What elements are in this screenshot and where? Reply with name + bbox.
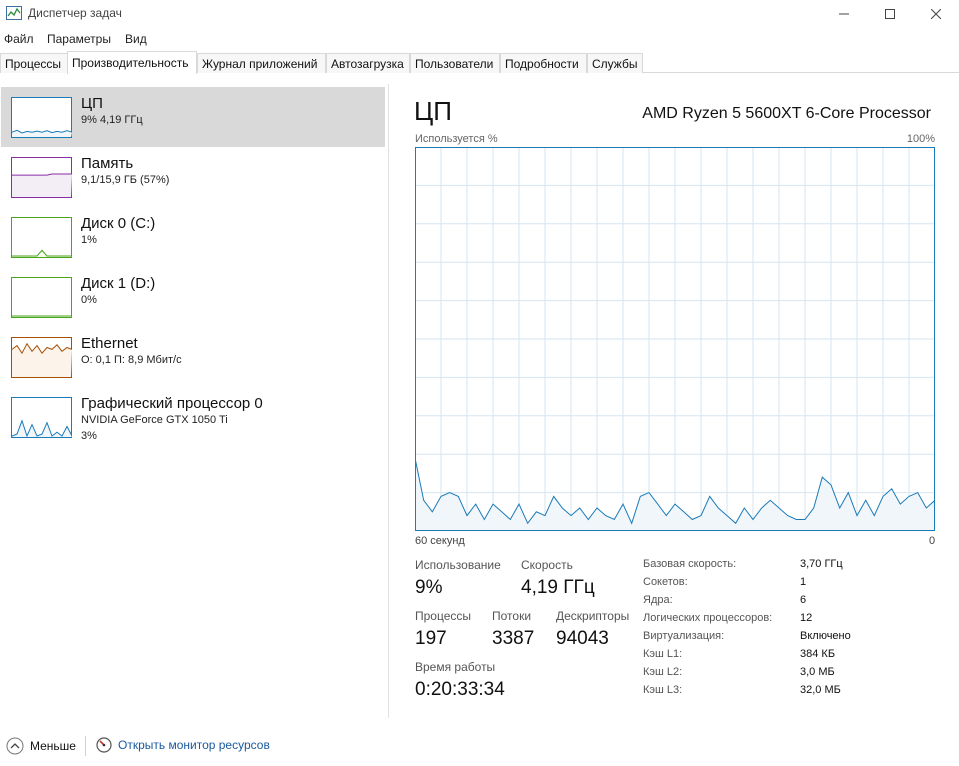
- fewer-details-label: Меньше: [30, 739, 76, 753]
- tab-users[interactable]: Пользователи: [410, 53, 500, 73]
- spec-value: 3,0 МБ: [800, 666, 835, 678]
- threads-value: 3387: [492, 628, 535, 649]
- menu-file[interactable]: Файл: [4, 32, 34, 46]
- open-resource-monitor-link[interactable]: Открыть монитор ресурсов: [96, 737, 270, 753]
- spec-label: Кэш L2:: [643, 666, 683, 678]
- menu-options[interactable]: Параметры: [47, 32, 111, 46]
- cpu-usage-graph: [415, 147, 935, 531]
- tab-performance[interactable]: Производительность: [67, 51, 197, 74]
- spec-value: 384 КБ: [800, 648, 836, 660]
- sidebar-item-detail: 1%: [81, 234, 97, 246]
- sidebar-item-1[interactable]: Память 9,1/15,9 ГБ (57%): [1, 147, 385, 207]
- graph-time-span: 60 секунд: [415, 535, 465, 547]
- spec-label: Кэш L1:: [643, 648, 683, 660]
- spec-label: Кэш L3:: [643, 684, 683, 696]
- spec-label: Базовая скорость:: [643, 558, 737, 570]
- tab-app-history[interactable]: Журнал приложений: [197, 53, 326, 73]
- page-title: ЦП: [414, 96, 452, 126]
- spec-label: Ядра:: [643, 594, 673, 606]
- sidebar-item-0[interactable]: ЦП 9% 4,19 ГГц: [1, 87, 385, 147]
- sidebar-item-detail: 9,1/15,9 ГБ (57%): [81, 174, 170, 186]
- spec-value: 1: [800, 576, 807, 588]
- usage-label: Использование: [415, 558, 501, 572]
- resource-monitor-icon: [96, 737, 112, 753]
- menu-view[interactable]: Вид: [125, 32, 147, 46]
- maximize-icon: [885, 9, 895, 19]
- graph-label-max: 100%: [906, 133, 935, 145]
- spec-value: 32,0 МБ: [800, 684, 841, 696]
- title-bar: Диспетчер задач: [0, 0, 959, 28]
- sidebar-thumbnail-graph: [11, 97, 72, 138]
- tab-processes[interactable]: Процессы: [0, 53, 68, 73]
- spec-value: 3,70 ГГц: [800, 558, 843, 570]
- spec-label: Виртуализация:: [643, 630, 725, 642]
- processes-label: Процессы: [415, 609, 472, 623]
- tab-startup[interactable]: Автозагрузка: [326, 53, 410, 73]
- sidebar-item-detail-2: 3%: [81, 430, 97, 442]
- sidebar-thumbnail-graph: [11, 157, 72, 198]
- task-manager-icon: [6, 6, 22, 20]
- spec-value: 6: [800, 594, 807, 606]
- sidebar-item-detail: О: 0,1 П: 8,9 Мбит/с: [81, 354, 182, 366]
- sidebar-item-2[interactable]: Диск 0 (C:) 1%: [1, 207, 385, 267]
- usage-value: 9%: [415, 577, 443, 598]
- spec-value: 12: [800, 612, 813, 624]
- spec-label: Логических процессоров:: [643, 612, 773, 624]
- threads-label: Потоки: [492, 609, 532, 623]
- uptime-label: Время работы: [415, 660, 496, 674]
- tab-details[interactable]: Подробности: [500, 53, 587, 73]
- maximize-button[interactable]: [867, 0, 913, 28]
- minimize-button[interactable]: [821, 0, 867, 28]
- graph-time-end: 0: [929, 535, 936, 547]
- close-button[interactable]: [913, 0, 959, 28]
- sidebar-thumbnail-graph: [11, 277, 72, 318]
- sidebar-item-detail: 9% 4,19 ГГц: [81, 114, 143, 126]
- sidebar-item-title: Память: [81, 155, 134, 172]
- sidebar-item-3[interactable]: Диск 1 (D:) 0%: [1, 267, 385, 327]
- sidebar-thumbnail-graph: [11, 217, 72, 258]
- spec-value: Включено: [800, 630, 851, 642]
- minimize-icon: [839, 13, 849, 15]
- footer-separator: [85, 736, 86, 756]
- sidebar-item-title: Ethernet: [81, 335, 138, 352]
- window-title: Диспетчер задач: [28, 6, 122, 20]
- sidebar-thumbnail-graph: [11, 397, 72, 438]
- sidebar-thumbnail-graph: [11, 337, 72, 378]
- sidebar-item-title: Диск 0 (C:): [81, 215, 156, 232]
- open-resource-monitor-label: Открыть монитор ресурсов: [118, 738, 270, 752]
- graph-label-usage: Используется %: [415, 133, 498, 145]
- sidebar-item-4[interactable]: Ethernet О: 0,1 П: 8,9 Мбит/с: [1, 327, 385, 387]
- sidebar-item-title: ЦП: [81, 95, 103, 112]
- footer: Меньше Открыть монитор ресурсов: [0, 734, 959, 758]
- fewer-details-button[interactable]: Меньше: [6, 737, 76, 755]
- processes-value: 197: [415, 628, 447, 649]
- uptime-value: 0:20:33:34: [415, 679, 505, 700]
- sidebar-item-detail: 0%: [81, 294, 97, 306]
- tab-bar: Процессы Производительность Журнал прило…: [0, 51, 959, 74]
- tab-services[interactable]: Службы: [587, 53, 643, 73]
- close-icon: [931, 9, 941, 19]
- spec-label: Сокетов:: [643, 576, 688, 588]
- chevron-up-icon: [6, 737, 24, 755]
- sidebar-item-5[interactable]: Графический процессор 0 NVIDIA GeForce GT…: [1, 387, 385, 447]
- sidebar-divider: [388, 84, 389, 718]
- speed-value: 4,19 ГГц: [521, 577, 595, 598]
- sidebar-item-detail: NVIDIA GeForce GTX 1050 Ti: [81, 414, 228, 426]
- cpu-model-name: AMD Ryzen 5 5600XT 6-Core Processor: [642, 105, 931, 122]
- speed-label: Скорость: [521, 558, 573, 572]
- handles-value: 94043: [556, 628, 609, 649]
- sidebar-item-title: Графический процессор 0: [81, 395, 263, 412]
- resource-sidebar: ЦП 9% 4,19 ГГц Память 9,1/15,9 ГБ (57%) Диск…: [0, 84, 386, 718]
- sidebar-item-title: Диск 1 (D:): [81, 275, 156, 292]
- handles-label: Дескрипторы: [556, 609, 630, 623]
